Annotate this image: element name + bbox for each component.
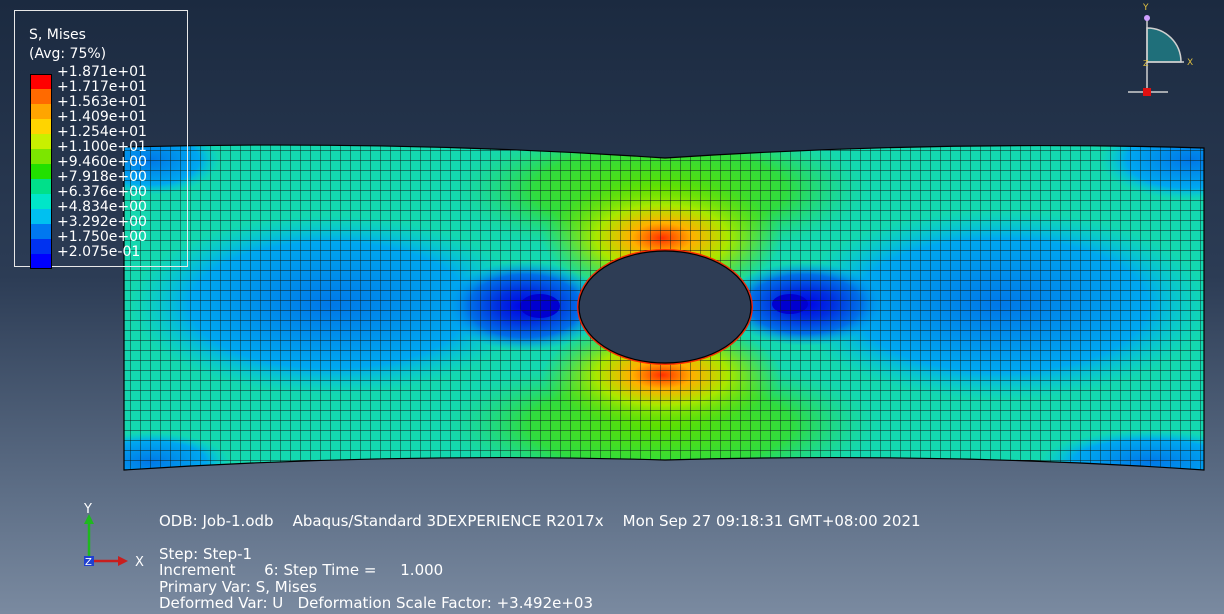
legend-value: +1.563e+01: [57, 94, 147, 110]
legend-value: +1.750e+00: [57, 229, 147, 245]
view-cube-y-label: Y: [1142, 3, 1149, 13]
legend-swatch: [30, 239, 52, 254]
global-axis-triad: Y X Z: [83, 502, 144, 570]
legend-averaging: (Avg: 75%): [29, 46, 107, 62]
legend-labels: +1.871e+01 +1.717e+01 +1.563e+01 +1.409e+01…: [57, 65, 147, 260]
view-cube-triad: Y X Z: [1128, 3, 1193, 96]
legend-swatch: [30, 149, 52, 164]
legend-swatch: [30, 134, 52, 149]
triad-x-label: X: [135, 555, 144, 570]
legend-value: +2.075e-01: [57, 244, 141, 260]
legend-swatch: [30, 164, 52, 179]
legend-value: +1.409e+01: [57, 109, 147, 125]
legend-swatch: [30, 74, 52, 89]
legend-swatch: [30, 179, 52, 194]
legend-swatch: [30, 119, 52, 134]
legend-value: +4.834e+00: [57, 199, 147, 215]
legend-value: +9.460e+00: [57, 154, 147, 170]
increment-info: Increment 6: Step Time = 1.000: [159, 561, 444, 579]
step-info: Step: Step-1: [159, 545, 253, 563]
view-cube-x-label: X: [1187, 58, 1193, 68]
legend-value: +3.292e+00: [57, 214, 147, 230]
contour-legend: S, Mises (Avg: 75%) +1.871e+01 +1.717e+01…: [14, 10, 188, 269]
legend-value: +1.717e+01: [57, 79, 147, 95]
deformed-var-info: Deformed Var: U Deformation Scale Factor…: [159, 594, 594, 612]
legend-swatch: [30, 194, 52, 209]
legend-swatch: [30, 89, 52, 104]
legend-value: +7.918e+00: [57, 169, 147, 185]
legend-title: S, Mises: [29, 27, 86, 43]
odb-info: ODB: Job-1.odb Abaqus/Standard 3DEXPERIE…: [159, 512, 921, 530]
legend-swatch: [30, 254, 52, 269]
hole: [578, 250, 752, 364]
legend-value: +6.376e+00: [57, 184, 147, 200]
legend-color-bar: [30, 74, 52, 269]
legend-value: +1.871e+01: [57, 64, 147, 80]
legend-value: +1.100e+01: [57, 139, 147, 155]
triad-y-label: Y: [83, 502, 92, 517]
view-cube-z-label: Z: [1143, 59, 1149, 68]
legend-swatch: [30, 209, 52, 224]
legend-swatch: [30, 104, 52, 119]
legend-swatch: [30, 224, 52, 239]
legend-value: +1.254e+01: [57, 124, 147, 140]
triad-z-label: Z: [85, 557, 92, 568]
primary-var-info: Primary Var: S, Mises: [159, 578, 317, 596]
